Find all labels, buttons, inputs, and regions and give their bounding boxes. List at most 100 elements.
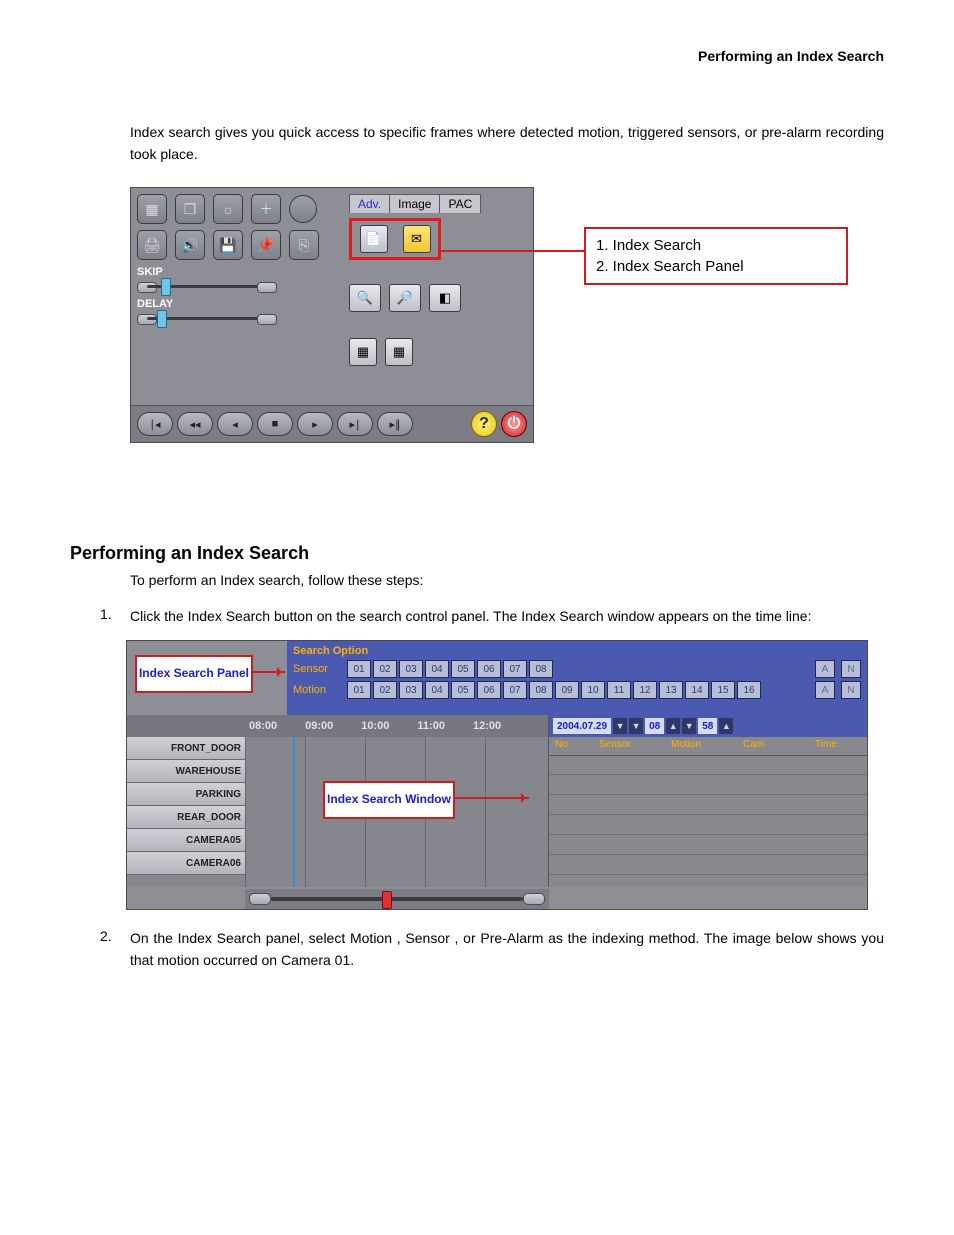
- motion-all-button[interactable]: A: [815, 681, 835, 699]
- sensor-all-button[interactable]: A: [815, 660, 835, 678]
- sensor-btn-07[interactable]: 07: [503, 660, 527, 678]
- playhead[interactable]: [293, 737, 295, 887]
- motion-btn-16[interactable]: 16: [737, 681, 761, 699]
- window-icon[interactable]: ❐: [175, 194, 205, 224]
- motion-btn-11[interactable]: 11: [607, 681, 631, 699]
- object-search-icon[interactable]: ◧: [429, 284, 461, 312]
- step-number-1: 1.: [100, 606, 130, 628]
- last-button[interactable]: ▸∥: [377, 412, 413, 436]
- camera-row[interactable]: PARKING: [127, 783, 245, 806]
- sensor-label: Sensor: [293, 663, 341, 675]
- export-icon[interactable]: ⎘: [289, 230, 319, 260]
- stop-button[interactable]: ■: [257, 412, 293, 436]
- search-option-panel: Search Option Sensor 0102030405060708 A …: [287, 641, 867, 715]
- step-number-2: 2.: [100, 928, 130, 971]
- motion-btn-05[interactable]: 05: [451, 681, 475, 699]
- timeline-scroll-knob[interactable]: [382, 891, 392, 909]
- zoom-out-icon[interactable]: 🔎: [389, 284, 421, 312]
- figure1-callout: 1. Index Search 2. Index Search Panel: [584, 227, 848, 285]
- print-icon[interactable]: 🖨: [137, 230, 167, 260]
- calendar-icon[interactable]: ▦: [349, 338, 377, 366]
- motion-btn-06[interactable]: 06: [477, 681, 501, 699]
- prev-button[interactable]: ◂◂: [177, 412, 213, 436]
- callout-arrow-panel: [251, 671, 285, 673]
- camera-row[interactable]: WAREHOUSE: [127, 760, 245, 783]
- section-heading: Performing an Index Search: [70, 543, 884, 564]
- skip-slider[interactable]: [137, 282, 277, 292]
- camera-list: FRONT_DOORWAREHOUSEPARKINGREAR_DOORCAMER…: [127, 737, 246, 887]
- index-hour[interactable]: 08: [645, 718, 664, 734]
- next-button[interactable]: ▸∣: [337, 412, 373, 436]
- date-down-icon[interactable]: ▼: [613, 718, 627, 734]
- camera-row[interactable]: REAR_DOOR: [127, 806, 245, 829]
- save-icon[interactable]: 💾: [213, 230, 243, 260]
- add-icon[interactable]: ＋: [251, 194, 281, 224]
- minute-up-icon[interactable]: ▲: [719, 718, 733, 734]
- index-search-button[interactable]: 📄: [360, 225, 388, 253]
- rewind-button[interactable]: ◂: [217, 412, 253, 436]
- minute-down-icon[interactable]: ▼: [682, 718, 696, 734]
- help-button[interactable]: ?: [471, 411, 497, 437]
- sensor-none-button[interactable]: N: [841, 660, 861, 678]
- sensor-btn-08[interactable]: 08: [529, 660, 553, 678]
- motion-btn-03[interactable]: 03: [399, 681, 423, 699]
- motion-btn-04[interactable]: 04: [425, 681, 449, 699]
- motion-btn-10[interactable]: 10: [581, 681, 605, 699]
- time-1100: 11:00: [417, 720, 445, 732]
- camera-row[interactable]: CAMERA05: [127, 829, 245, 852]
- callout-index-search-panel: Index Search Panel: [135, 655, 253, 693]
- motion-btn-01[interactable]: 01: [347, 681, 371, 699]
- skip-label: SKIP: [137, 266, 527, 278]
- zoom-in-icon[interactable]: 🔍: [349, 284, 381, 312]
- index-search-panel-button[interactable]: ✉: [403, 225, 431, 253]
- motion-none-button[interactable]: N: [841, 681, 861, 699]
- sensor-btn-03[interactable]: 03: [399, 660, 423, 678]
- index-date[interactable]: 2004.07.29: [553, 718, 611, 734]
- index-minute[interactable]: 58: [698, 718, 717, 734]
- motion-btn-02[interactable]: 02: [373, 681, 397, 699]
- tab-adv[interactable]: Adv.: [349, 194, 390, 213]
- motion-btn-14[interactable]: 14: [685, 681, 709, 699]
- hour-down-icon[interactable]: ▼: [629, 718, 643, 734]
- motion-btn-07[interactable]: 07: [503, 681, 527, 699]
- sensor-btn-06[interactable]: 06: [477, 660, 501, 678]
- timeline-scrollbar[interactable]: [245, 889, 549, 909]
- hour-up-icon[interactable]: ▲: [666, 718, 680, 734]
- option-tabs: Adv. Image PAC: [349, 194, 480, 213]
- col-sensor: Sensor: [593, 737, 665, 755]
- motion-btn-08[interactable]: 08: [529, 681, 553, 699]
- callout-index-search-window: Index Search Window: [323, 781, 455, 819]
- sensor-btn-02[interactable]: 02: [373, 660, 397, 678]
- power-button[interactable]: ⏻: [501, 411, 527, 437]
- audio-icon[interactable]: 🔊: [175, 230, 205, 260]
- grid-icon[interactable]: ▦: [137, 194, 167, 224]
- section-intro: To perform an Index search, follow these…: [130, 572, 884, 588]
- playback-bar: ∣◂ ◂◂ ◂ ■ ▸ ▸∣ ▸∥ ? ⏻: [131, 405, 533, 442]
- camera-row[interactable]: CAMERA06: [127, 852, 245, 875]
- index-search-window: 2004.07.29 ▼ ▼ 08 ▲ ▼ 58 ▲ No Sensor Mot…: [548, 715, 867, 887]
- sensor-btn-01[interactable]: 01: [347, 660, 371, 678]
- play-button[interactable]: ▸: [297, 412, 333, 436]
- motion-btn-12[interactable]: 12: [633, 681, 657, 699]
- camera-row[interactable]: FRONT_DOOR: [127, 737, 245, 760]
- col-no: No: [549, 737, 593, 755]
- motion-btn-15[interactable]: 15: [711, 681, 735, 699]
- tab-image[interactable]: Image: [389, 194, 440, 213]
- brightness-icon[interactable]: ☼: [213, 194, 243, 224]
- tab-pac[interactable]: PAC: [439, 194, 481, 213]
- motion-btn-09[interactable]: 09: [555, 681, 579, 699]
- sensor-btn-04[interactable]: 04: [425, 660, 449, 678]
- calendar2-icon[interactable]: ▦: [385, 338, 413, 366]
- callout-line-1: 1. Index Search: [596, 235, 836, 256]
- refresh-icon[interactable]: [289, 195, 317, 223]
- index-search-highlight: 📄 ✉: [349, 218, 441, 260]
- first-button[interactable]: ∣◂: [137, 412, 173, 436]
- pin-icon[interactable]: 📌: [251, 230, 281, 260]
- sensor-btn-05[interactable]: 05: [451, 660, 475, 678]
- step-text-1: Click the Index Search button on the sea…: [130, 606, 884, 628]
- delay-label: DELAY: [137, 298, 527, 310]
- intro-paragraph: Index search gives you quick access to s…: [130, 122, 884, 165]
- step-text-2: On the Index Search panel, select Motion…: [130, 928, 884, 971]
- delay-slider[interactable]: [137, 314, 277, 324]
- motion-btn-13[interactable]: 13: [659, 681, 683, 699]
